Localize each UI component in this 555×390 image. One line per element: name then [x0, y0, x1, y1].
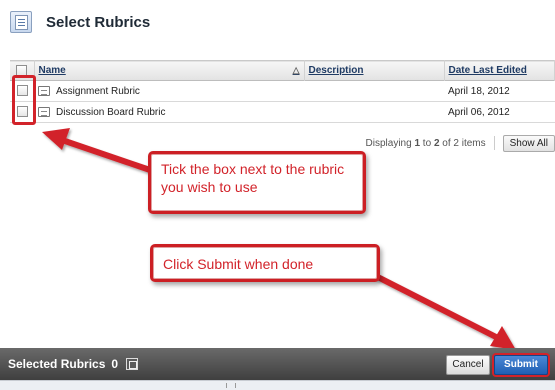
rubric-page-icon	[10, 11, 32, 33]
expand-selected-icon[interactable]	[126, 358, 139, 370]
description-cell	[304, 80, 444, 102]
column-header-date[interactable]: Date Last Edited	[444, 60, 555, 81]
date-cell: April 06, 2012	[444, 101, 555, 123]
column-header-name-label[interactable]: Name	[39, 65, 66, 76]
tick-box-callout: Tick the box next to the rubric you wish…	[148, 151, 366, 214]
paging-bar: Displaying 1 to 2 of 2 items Show All	[366, 133, 555, 153]
rubric-name[interactable]: Discussion Board Rubric	[56, 107, 166, 118]
submit-button[interactable]: Submit	[494, 355, 548, 375]
rubric-name[interactable]: Assignment Rubric	[56, 86, 140, 97]
paging-divider	[493, 136, 495, 150]
column-header-name[interactable]: Name △	[34, 60, 305, 81]
sort-ascending-icon[interactable]: △	[293, 65, 300, 76]
horizontal-scrollbar[interactable]	[0, 380, 555, 390]
cancel-button[interactable]: Cancel	[446, 355, 490, 375]
column-header-description[interactable]: Description	[304, 60, 445, 81]
page-header: Select Rubrics	[10, 8, 150, 36]
description-cell	[304, 101, 444, 123]
selected-rubrics-label: Selected Rubrics	[8, 357, 106, 371]
arrow-to-submit	[357, 265, 516, 350]
scrollbar-grip[interactable]	[226, 383, 236, 388]
table-header-row: Name △ Description Date Last Edited	[10, 60, 555, 81]
name-cell: Discussion Board Rubric	[34, 101, 304, 123]
name-cell: Assignment Rubric	[34, 80, 304, 102]
rubric-icon	[38, 107, 50, 117]
rubric-icon	[38, 86, 50, 96]
submit-callout: Click Submit when done	[150, 244, 380, 282]
date-cell: April 18, 2012	[444, 80, 555, 102]
table-row: Assignment Rubric April 18, 2012	[10, 80, 555, 102]
table-row: Discussion Board Rubric April 06, 2012	[10, 101, 555, 123]
paging-text: Displaying 1 to 2 of 2 items	[365, 137, 486, 149]
selected-count: 0	[111, 357, 119, 371]
checkbox-highlight-annotation	[12, 75, 36, 125]
page-title: Select Rubrics	[46, 13, 151, 31]
arrow-to-checkboxes	[42, 128, 153, 173]
rubrics-table: Name △ Description Date Last Edited Assig…	[10, 60, 555, 123]
show-all-button[interactable]: Show All	[502, 134, 555, 152]
